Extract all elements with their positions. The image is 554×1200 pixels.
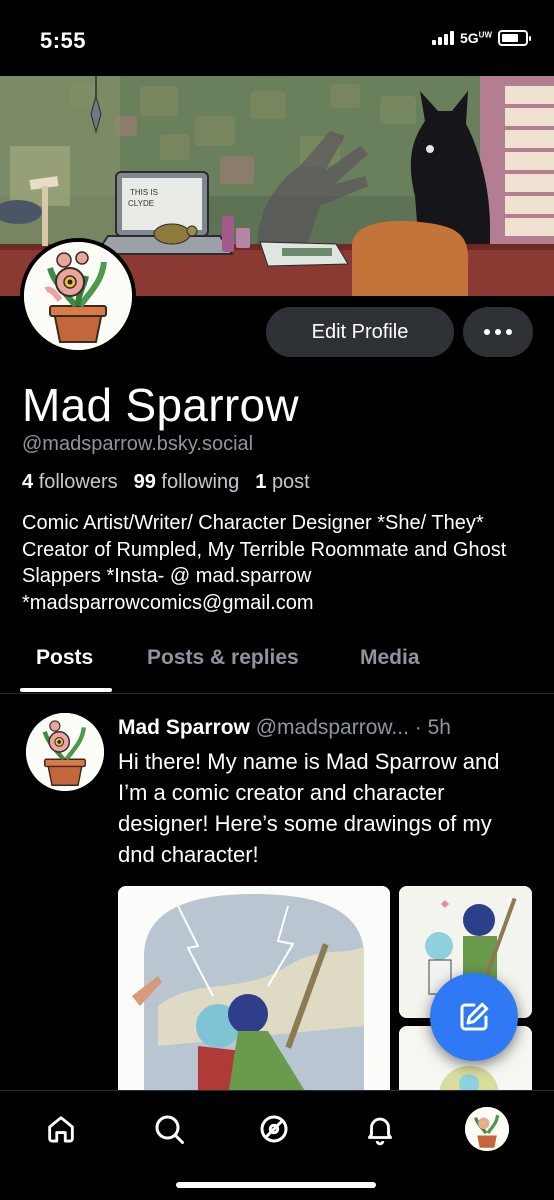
feeds-icon [260, 1115, 288, 1143]
profile-stats: 4 followers 99 following 1 post [22, 471, 310, 494]
plant-creature-illustration [24, 242, 132, 350]
status-bar: 5:55 5GUW [0, 0, 554, 76]
comic-illustration [118, 886, 390, 1096]
posts-stat: 1 post [255, 471, 310, 493]
post-image-main[interactable] [118, 886, 390, 1096]
display-name: Mad Sparrow [22, 379, 299, 431]
battery-icon [498, 30, 531, 46]
compose-icon [460, 1002, 489, 1031]
followers-stat[interactable]: 4 followers [22, 471, 118, 494]
status-time: 5:55 [40, 28, 87, 53]
notifications-icon [367, 1117, 393, 1146]
nav-notifications[interactable] [360, 1109, 400, 1149]
nav-profile-avatar[interactable] [465, 1107, 509, 1151]
post-author-name[interactable]: Mad Sparrow [118, 716, 250, 739]
tab-media[interactable]: Media [360, 646, 420, 670]
search-icon [155, 1115, 184, 1144]
home-indicator [176, 1182, 376, 1188]
active-tab-indicator [20, 688, 112, 692]
post-header: Mad Sparrow @madsparrow... · 5h [118, 716, 451, 740]
nav-home[interactable] [41, 1109, 81, 1149]
tab-posts-and-replies[interactable]: Posts & replies [147, 646, 299, 670]
profile-bio: Comic Artist/Writer/ Character Designer … [22, 512, 507, 614]
post-text: Hi there! My name is Mad Sparrow and I’m… [118, 749, 500, 867]
compose-button[interactable] [430, 973, 518, 1061]
nav-search[interactable] [149, 1109, 189, 1149]
plant-creature-illustration [26, 713, 104, 791]
profile-tabs: Posts Posts & replies Media [0, 636, 554, 694]
network-label: 5GUW [459, 30, 492, 46]
laptop-text: THIS IS [130, 188, 158, 197]
profile-handle: @madsparrow.bsky.social [22, 433, 254, 455]
post-author-handle[interactable]: @madsparrow... [256, 716, 409, 739]
more-dots-icon [484, 329, 490, 335]
status-indicators: 5GUW [431, 30, 531, 46]
edit-profile-button[interactable]: Edit Profile [266, 307, 454, 357]
post-time: · 5h [414, 716, 451, 739]
post-avatar[interactable] [26, 713, 104, 791]
more-options-button[interactable] [463, 307, 533, 357]
following-stat[interactable]: 99 following [134, 471, 240, 494]
tab-posts[interactable]: Posts [36, 646, 93, 670]
nav-feeds[interactable] [254, 1109, 294, 1149]
home-icon [48, 1116, 74, 1143]
profile-avatar[interactable] [20, 238, 136, 354]
signal-icon [431, 31, 454, 45]
laptop-text: CLYDE [128, 199, 154, 208]
plant-creature-illustration [465, 1107, 509, 1151]
